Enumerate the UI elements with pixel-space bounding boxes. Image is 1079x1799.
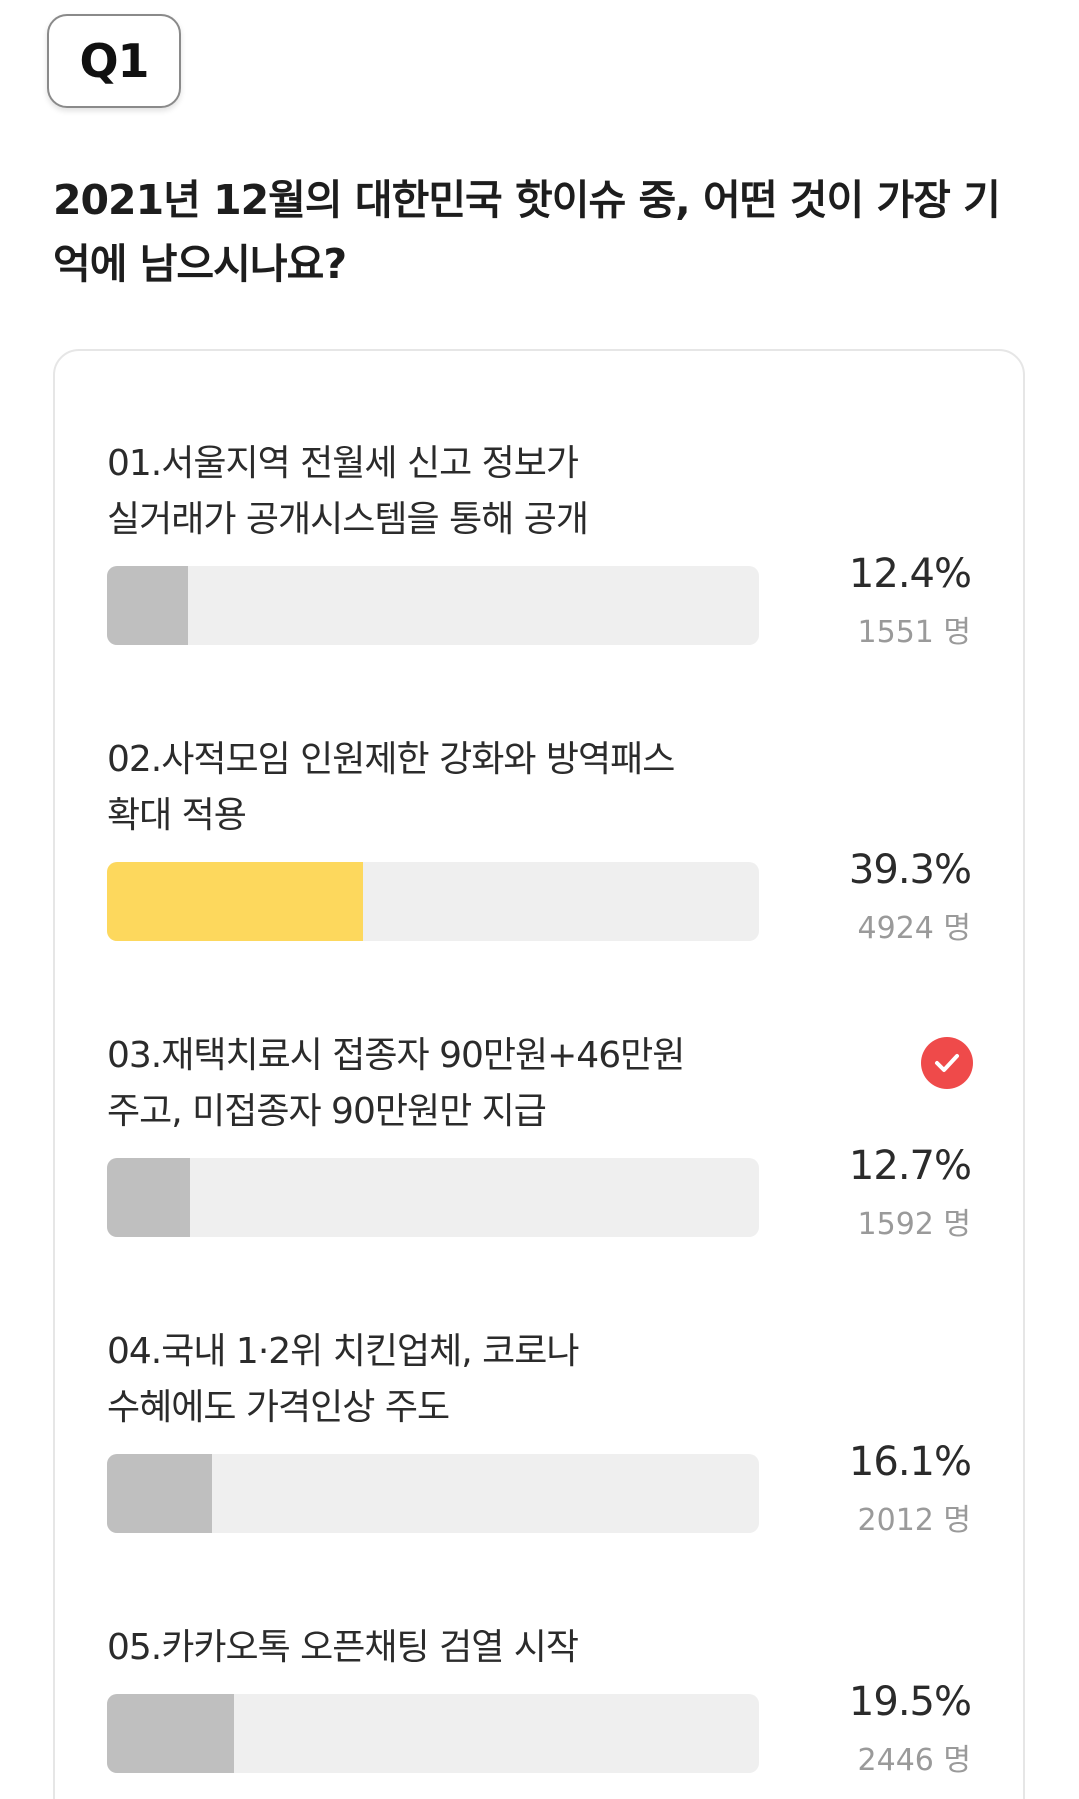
result-bar-fill bbox=[107, 1454, 212, 1533]
result-bar-track bbox=[107, 1454, 759, 1533]
result-bar-fill bbox=[107, 1694, 235, 1773]
result-vote-count: 1551 명 bbox=[857, 615, 971, 650]
poll-option-01[interactable]: 01.서울지역 전월세 신고 정보가 실거래가 공개시스템을 통해 공개 12.… bbox=[55, 351, 1023, 650]
result-bar-track bbox=[107, 862, 759, 941]
option-label-line-1: 04.국내 1·2위 치킨업체, 코로나 bbox=[107, 1331, 579, 1372]
result-percent: 12.4% bbox=[848, 551, 972, 597]
check-icon bbox=[921, 1037, 973, 1089]
poll-option-02[interactable]: 02.사적모임 인원제한 강화와 방역패스 확대 적용 39.3% 4924 명 bbox=[55, 647, 1023, 946]
poll-option-04[interactable]: 04.국내 1·2위 치킨업체, 코로나 수혜에도 가격인상 주도 16.1% … bbox=[55, 1239, 1023, 1538]
poll-option-03[interactable]: 03.재택치료시 접종자 90만원+46만원 주고, 미접종자 90만원만 지급… bbox=[55, 943, 1023, 1242]
option-label-line-2: 실거래가 공개시스템을 통해 공개 bbox=[107, 499, 589, 540]
option-label-line-2: 수혜에도 가격인상 주도 bbox=[107, 1387, 450, 1428]
option-label: 05.카카오톡 오픈채팅 검열 시작 bbox=[107, 1620, 807, 1676]
option-label: 03.재택치료시 접종자 90만원+46만원 주고, 미접종자 90만원만 지급 bbox=[107, 1028, 807, 1140]
option-label-line-1: 05.카카오톡 오픈채팅 검열 시작 bbox=[107, 1627, 579, 1668]
option-label: 02.사적모임 인원제한 강화와 방역패스 확대 적용 bbox=[107, 732, 807, 844]
result-bar-track bbox=[107, 566, 759, 645]
poll-option-05[interactable]: 05.카카오톡 오픈채팅 검열 시작 19.5% 2446 명 bbox=[55, 1535, 1023, 1799]
result-bar-fill bbox=[107, 566, 188, 645]
poll-page: Q1 2021년 12월의 대한민국 핫이슈 중, 어떤 것이 가장 기억에 남… bbox=[0, 0, 1079, 1799]
option-label-line-1: 02.사적모임 인원제한 강화와 방역패스 bbox=[107, 739, 675, 780]
result-percent: 19.5% bbox=[848, 1679, 972, 1725]
option-label-line-1: 01.서울지역 전월세 신고 정보가 bbox=[107, 443, 579, 484]
question-number-badge: Q1 bbox=[47, 14, 181, 108]
result-percent: 39.3% bbox=[848, 847, 972, 893]
option-label-line-2: 주고, 미접종자 90만원만 지급 bbox=[107, 1091, 547, 1132]
question-title: 2021년 12월의 대한민국 핫이슈 중, 어떤 것이 가장 기억에 남으시나… bbox=[53, 176, 1001, 288]
option-label-line-2: 확대 적용 bbox=[107, 795, 247, 836]
result-percent: 16.1% bbox=[848, 1439, 972, 1485]
poll-results-card: 01.서울지역 전월세 신고 정보가 실거래가 공개시스템을 통해 공개 12.… bbox=[53, 349, 1025, 1799]
result-vote-count: 1592 명 bbox=[857, 1207, 971, 1242]
result-vote-count: 2012 명 bbox=[857, 1503, 971, 1538]
result-bar-track bbox=[107, 1694, 759, 1773]
result-bar-fill bbox=[107, 862, 364, 941]
result-bar-track bbox=[107, 1158, 759, 1237]
result-vote-count: 4924 명 bbox=[857, 911, 971, 946]
option-label: 01.서울지역 전월세 신고 정보가 실거래가 공개시스템을 통해 공개 bbox=[107, 436, 807, 548]
option-label: 04.국내 1·2위 치킨업체, 코로나 수혜에도 가격인상 주도 bbox=[107, 1324, 807, 1436]
result-bar-fill bbox=[107, 1158, 190, 1237]
result-vote-count: 2446 명 bbox=[857, 1743, 971, 1778]
option-label-line-1: 03.재택치료시 접종자 90만원+46만원 bbox=[107, 1035, 685, 1076]
result-percent: 12.7% bbox=[848, 1143, 972, 1189]
check-mark-icon bbox=[935, 1054, 959, 1072]
